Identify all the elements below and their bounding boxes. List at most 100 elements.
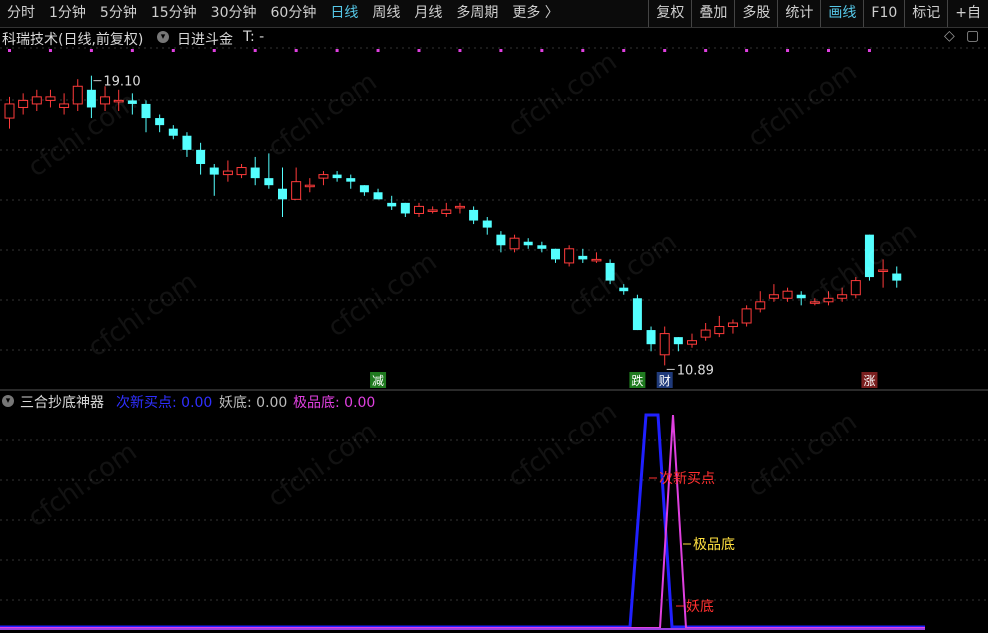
event-marker bbox=[294, 49, 298, 52]
event-marker bbox=[745, 49, 749, 52]
candle-body-down bbox=[864, 234, 874, 278]
candle-body-up bbox=[687, 340, 697, 345]
candle-body-down bbox=[673, 337, 683, 345]
indicator-label: 妖底 bbox=[686, 599, 714, 615]
candle-body-down bbox=[551, 248, 560, 260]
candle-body-down bbox=[469, 209, 479, 221]
candle-body-up bbox=[113, 99, 124, 103]
price-annotations: 19.10 10.89 bbox=[93, 75, 714, 378]
candle-body-up bbox=[414, 205, 424, 214]
candle-body-down bbox=[632, 298, 642, 331]
event-tag-label: 财 bbox=[659, 374, 671, 388]
event-marker bbox=[827, 49, 830, 52]
candle-body-up bbox=[4, 103, 15, 119]
annotation-label: 19.10 bbox=[103, 75, 140, 90]
candle-body-down bbox=[796, 294, 806, 299]
candle-body-down bbox=[892, 273, 902, 281]
event-marker bbox=[376, 49, 380, 52]
candle-body-up bbox=[509, 237, 520, 250]
candle-body-up bbox=[441, 209, 452, 214]
event-tag-label: 减 bbox=[372, 374, 384, 388]
candle-body-up bbox=[741, 308, 752, 324]
event-marker bbox=[130, 49, 134, 52]
candle-body-down bbox=[196, 149, 206, 164]
candle-body-up bbox=[45, 96, 56, 101]
candle-body-up bbox=[714, 326, 725, 335]
event-marker bbox=[581, 49, 585, 52]
candle-body-up bbox=[755, 301, 766, 310]
candle-body-down bbox=[537, 245, 547, 249]
candle-body-up bbox=[100, 96, 111, 105]
candle-body-down bbox=[264, 178, 274, 186]
candle-body-down bbox=[359, 185, 369, 193]
event-marker bbox=[253, 49, 257, 52]
candle-body-down bbox=[346, 178, 356, 182]
event-marker bbox=[417, 49, 421, 52]
chart-grid bbox=[0, 47, 988, 601]
candle-body-down bbox=[646, 330, 656, 345]
candle-body-down bbox=[182, 135, 192, 150]
event-marker bbox=[499, 49, 503, 52]
event-marker bbox=[704, 49, 708, 52]
candle-body-up bbox=[59, 103, 70, 108]
candle-body-down bbox=[400, 202, 410, 214]
candle-body-up bbox=[768, 294, 779, 299]
candle-body-down bbox=[141, 103, 151, 119]
event-marker bbox=[8, 49, 11, 52]
candle-body-up bbox=[318, 174, 329, 179]
chart-canvas[interactable]: 19.10 10.89 减 跌 财 涨 次新买点极品底妖底 bbox=[0, 0, 988, 633]
candle-body-up bbox=[727, 322, 738, 328]
candle-body-up bbox=[564, 248, 575, 264]
candle-body-down bbox=[250, 167, 260, 179]
candle-body-up bbox=[31, 96, 42, 105]
candle-body-down bbox=[332, 174, 342, 179]
candle-body-down bbox=[523, 241, 533, 246]
indicator-label: 次新买点 bbox=[659, 471, 715, 487]
indicator-series: 次新买点极品底妖底 bbox=[0, 413, 925, 630]
candle-body-up bbox=[591, 258, 602, 262]
event-marker bbox=[48, 49, 52, 52]
candle-body-up bbox=[222, 170, 233, 176]
candle-body-down bbox=[278, 188, 287, 200]
candle-body-down bbox=[482, 220, 492, 228]
candle-body-down bbox=[155, 118, 165, 126]
candle-body-up bbox=[782, 290, 793, 299]
top-markers bbox=[8, 49, 871, 52]
candle-body-up bbox=[837, 294, 848, 299]
candlestick-series bbox=[4, 75, 902, 366]
candle-body-up bbox=[291, 181, 302, 200]
event-marker bbox=[867, 49, 871, 52]
event-marker bbox=[663, 49, 667, 52]
candle-body-up bbox=[823, 297, 834, 303]
event-marker bbox=[89, 49, 93, 52]
candle-body-down bbox=[373, 192, 383, 200]
candle-body-up bbox=[427, 209, 438, 212]
candle-body-up bbox=[304, 184, 315, 188]
indicator-label: 极品底 bbox=[693, 537, 735, 553]
candle-body-down bbox=[619, 287, 629, 292]
candle-body-down bbox=[605, 262, 615, 281]
candle-body-down bbox=[168, 128, 178, 136]
event-marker bbox=[786, 49, 790, 52]
candle-body-up bbox=[18, 99, 29, 108]
candle-body-down bbox=[578, 255, 588, 260]
candle-body-up bbox=[659, 333, 670, 356]
event-tag-label: 跌 bbox=[631, 373, 643, 388]
series-line-次新买点 bbox=[0, 413, 925, 629]
candle-body-down bbox=[209, 167, 219, 175]
candle-body-up bbox=[236, 167, 247, 176]
annotation-label: 10.89 bbox=[677, 363, 714, 378]
event-marker bbox=[622, 49, 626, 52]
candle-body-down bbox=[387, 202, 397, 207]
candle-body-down bbox=[127, 100, 137, 104]
candle-body-up bbox=[878, 269, 889, 272]
event-marker bbox=[335, 49, 339, 52]
candle-body-down bbox=[86, 89, 96, 108]
candle-body-up bbox=[454, 205, 465, 209]
event-marker bbox=[458, 49, 462, 52]
series-line-极品底 bbox=[0, 414, 925, 629]
candle-body-up bbox=[809, 301, 820, 304]
event-marker bbox=[171, 49, 175, 52]
event-marker bbox=[212, 49, 216, 52]
candle-body-up bbox=[700, 329, 711, 338]
